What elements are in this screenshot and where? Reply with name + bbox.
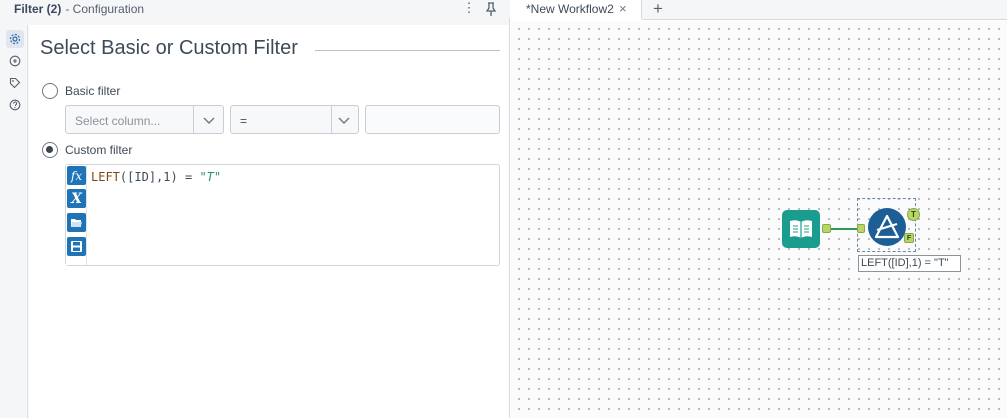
- tab-new-workflow2[interactable]: *New Workflow2 ×: [511, 0, 642, 20]
- variables-icon[interactable]: X: [67, 189, 86, 208]
- operator-select[interactable]: =: [230, 105, 359, 134]
- expr-operator: =: [177, 170, 200, 184]
- section-title: Select Basic or Custom Filter: [40, 37, 298, 59]
- custom-filter-label[interactable]: Custom filter: [65, 143, 132, 157]
- help-icon[interactable]: [6, 96, 24, 114]
- configuration-panel: Filter (2) - Configuration ⋮ Select Basi…: [0, 0, 510, 418]
- config-subtitle: - Configuration: [65, 2, 145, 16]
- section-divider: [315, 50, 500, 51]
- tag-icon[interactable]: [6, 74, 24, 92]
- annotation-icon[interactable]: [6, 52, 24, 70]
- column-select[interactable]: Select column...: [65, 105, 224, 134]
- open-icon[interactable]: [67, 213, 86, 232]
- more-options-icon[interactable]: ⋮: [462, 0, 476, 18]
- chevron-down-icon[interactable]: [337, 113, 351, 127]
- connection-line[interactable]: [831, 228, 857, 230]
- filter-annotation: LEFT([ID],1) = "T": [858, 255, 961, 272]
- expr-field: [ID]: [127, 170, 157, 184]
- operator-select-value: =: [240, 114, 248, 128]
- custom-filter-radio[interactable]: [42, 142, 58, 158]
- true-output-anchor[interactable]: T: [907, 208, 920, 221]
- tab-label: *New Workflow2: [526, 2, 614, 16]
- config-body: Select Basic or Custom Filter Basic filt…: [29, 25, 509, 418]
- filter-tool[interactable]: [868, 208, 906, 246]
- basic-filter-label[interactable]: Basic filter: [65, 84, 120, 98]
- column-select-placeholder: Select column...: [75, 114, 161, 128]
- config-side-rail: [0, 25, 28, 418]
- basic-filter-radio[interactable]: [42, 83, 58, 99]
- radio-selected-dot: [46, 146, 53, 153]
- expr-number: 1: [163, 170, 171, 184]
- false-output-anchor[interactable]: F: [904, 233, 914, 243]
- expr-function: LEFT: [91, 170, 120, 184]
- expr-string: "T": [199, 170, 222, 184]
- output-anchor[interactable]: [822, 224, 831, 233]
- expression-toolbar: fx X: [66, 165, 87, 265]
- input-anchor[interactable]: [857, 224, 865, 233]
- select-divider: [331, 106, 332, 133]
- save-icon[interactable]: [67, 237, 86, 256]
- expr-close-paren: ): [170, 170, 178, 184]
- config-header: Filter (2) - Configuration ⋮: [0, 0, 510, 18]
- filter-icon: [874, 214, 900, 239]
- book-icon: [790, 220, 812, 238]
- settings-icon[interactable]: [6, 30, 24, 48]
- add-tab-icon[interactable]: +: [649, 0, 667, 19]
- select-divider: [193, 106, 194, 133]
- functions-icon[interactable]: fx: [67, 166, 86, 185]
- pin-icon[interactable]: [484, 1, 498, 17]
- close-icon[interactable]: ×: [619, 1, 627, 16]
- workflow-canvas[interactable]: T F LEFT([ID],1) = "T": [511, 21, 1007, 418]
- input-data-tool[interactable]: [782, 210, 820, 248]
- workflow-tab-bar: *New Workflow2 × +: [511, 0, 1007, 20]
- chevron-down-icon[interactable]: [202, 113, 216, 127]
- config-title: Filter (2): [14, 2, 62, 16]
- expression-editor[interactable]: fx X LEFT([ID],1) = "T": [65, 164, 500, 266]
- expression-text[interactable]: LEFT([ID],1) = "T": [91, 170, 221, 184]
- filter-value-input[interactable]: [365, 105, 500, 134]
